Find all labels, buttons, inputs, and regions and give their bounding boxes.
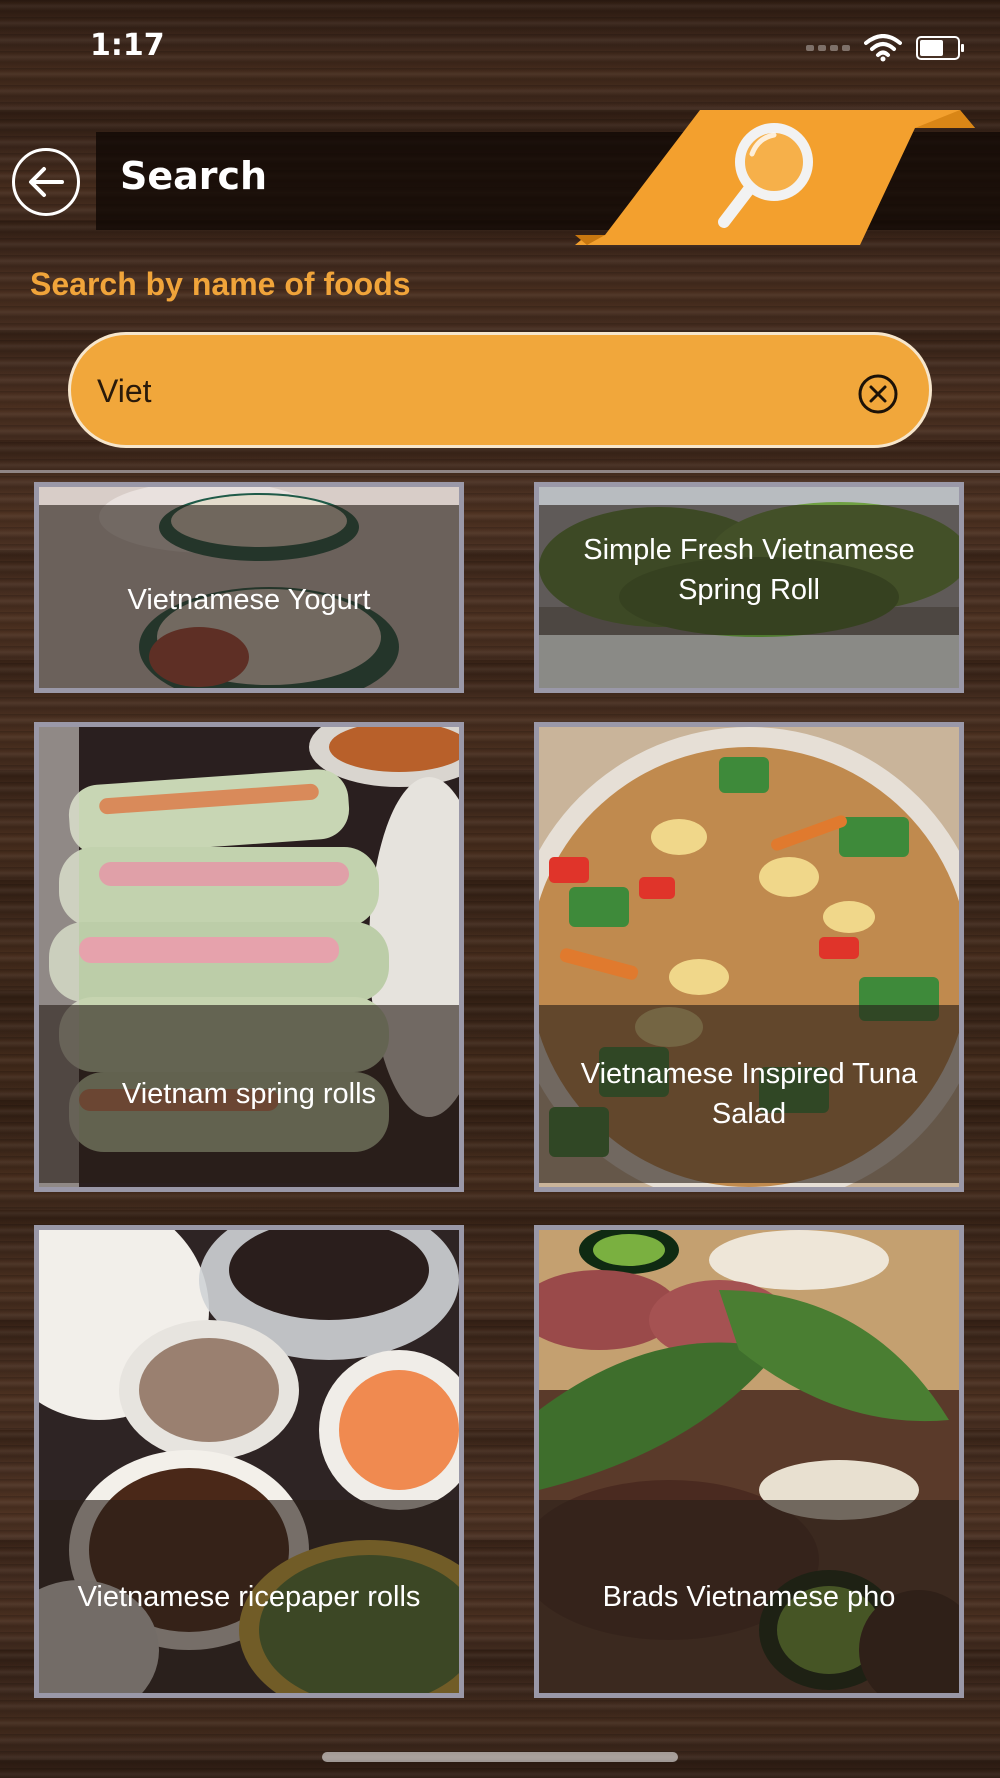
- result-card-simple-fresh-vietnamese-spring-roll[interactable]: Simple Fresh Vietnamese Spring Roll: [534, 482, 964, 693]
- result-card-vietnamese-yogurt[interactable]: Vietnamese Yogurt: [34, 482, 464, 693]
- battery-level: [920, 40, 943, 56]
- result-card-vietnamese-ricepaper-rolls[interactable]: Vietnamese ricepaper rolls: [34, 1225, 464, 1698]
- page-title: Search: [120, 154, 268, 198]
- wifi-icon: [864, 34, 902, 62]
- result-card-vietnamese-inspired-tuna-salad[interactable]: Vietnamese Inspired Tuna Salad: [534, 722, 964, 1192]
- home-indicator[interactable]: [322, 1752, 678, 1762]
- status-bar: 1:17: [0, 0, 1000, 100]
- result-card-vietnam-spring-rolls[interactable]: Vietnam spring rolls: [34, 722, 464, 1192]
- result-title: Vietnam spring rolls: [39, 1005, 459, 1183]
- result-title: Simple Fresh Vietnamese Spring Roll: [539, 505, 959, 635]
- search-field[interactable]: [68, 332, 932, 448]
- result-title: Vietnamese ricepaper rolls: [39, 1500, 459, 1693]
- result-title: Brads Vietnamese pho: [539, 1500, 959, 1693]
- magnifying-glass-icon: [718, 123, 813, 228]
- cellular-signal-icon: [806, 45, 850, 51]
- result-card-brads-vietnamese-pho[interactable]: Brads Vietnamese pho: [534, 1225, 964, 1698]
- divider: [0, 470, 1000, 473]
- result-title: Vietnamese Inspired Tuna Salad: [539, 1005, 959, 1183]
- back-button[interactable]: [12, 148, 80, 216]
- arrow-left-icon: [29, 167, 64, 197]
- battery-icon: [916, 36, 964, 60]
- search-subtitle: Search by name of foods: [30, 266, 411, 302]
- status-indicators: [806, 34, 964, 62]
- status-time: 1:17: [90, 28, 165, 63]
- search-input[interactable]: [95, 365, 839, 417]
- clear-search-icon[interactable]: [857, 373, 899, 415]
- result-title: Vietnamese Yogurt: [39, 505, 459, 688]
